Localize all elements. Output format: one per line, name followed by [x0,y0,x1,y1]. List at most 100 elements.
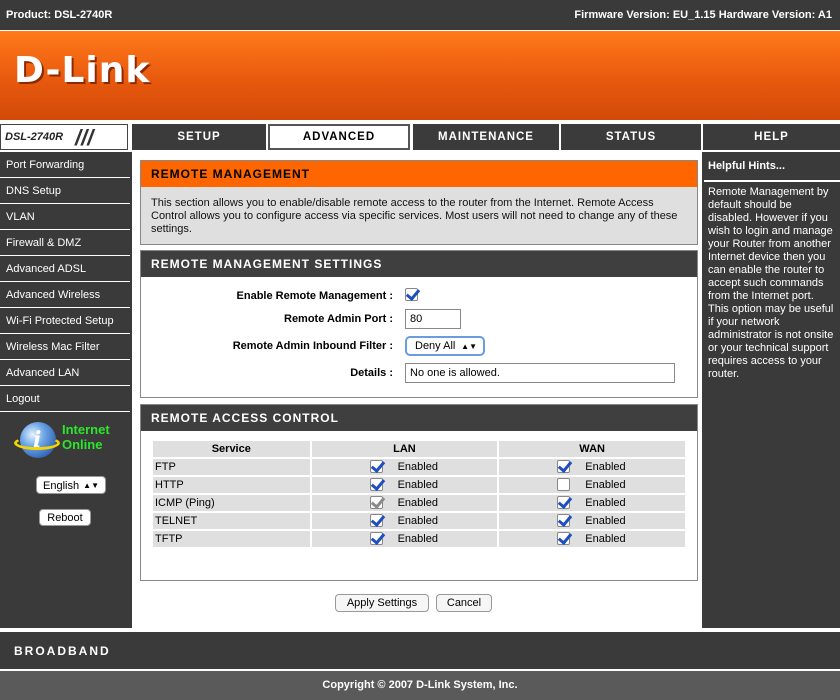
brand-banner: D-Link [0,30,840,122]
status-line-internet: Internet [62,422,110,437]
access-control-table: Service LAN WAN FTP Enabled Enabled HTTP Ena… [151,439,687,549]
globe-icon: i [14,422,60,458]
lan-enabled-label: Enabled [397,461,438,473]
copyright-bar: Copyright © 2007 D-Link System, Inc. [0,671,840,700]
inbound-filter-value: Deny All [415,340,456,352]
sidebar-item-port-forwarding[interactable]: Port Forwarding [0,152,130,178]
lan-enabled-label: Enabled [397,479,438,491]
top-bar: Product: DSL-2740R Firmware Version: EU_… [0,0,840,30]
hints-title: Helpful Hints... [708,160,785,172]
wan-column-header: WAN [499,441,685,457]
settings-title: REMOTE MANAGEMENT SETTINGS [141,251,697,277]
sidebar-item-logout[interactable]: Logout [0,386,130,412]
main-nav: DSL-2740R /// SETUP ADVANCED MAINTENANCE… [0,124,840,150]
wan-enabled-checkbox[interactable] [557,496,571,509]
tab-status[interactable]: STATUS [559,124,701,150]
sidebar-item-dns-setup[interactable]: DNS Setup [0,178,130,204]
internet-status: i Internet Online [14,422,120,462]
lan-enabled-checkbox [369,496,383,509]
tab-advanced[interactable]: ADVANCED [268,124,410,150]
updown-arrows-icon: ▲▼ [83,481,99,490]
wan-cell: Enabled [499,495,685,511]
service-name: TELNET [153,513,310,529]
lan-column-header: LAN [311,441,498,457]
remote-management-description: This section allows you to enable/disabl… [141,187,697,244]
wan-enabled-label: Enabled [585,479,626,491]
status-line-online: Online [62,437,103,452]
service-name: TFTP [153,531,310,547]
wan-enabled-checkbox[interactable] [557,514,571,527]
wan-enabled-checkbox[interactable] [557,532,571,545]
firmware-version: Firmware Version: EU_1.15 Hardware Versi… [574,9,832,21]
hints-text: Remote Management by default should be d… [708,186,834,380]
product-name: Product: DSL-2740R [6,9,113,21]
lan-cell: Enabled [311,495,498,511]
remote-access-control-section: REMOTE ACCESS CONTROL Service LAN WAN FT… [140,404,698,581]
enable-remote-management-label: Enable Remote Management : [236,290,393,302]
wan-cell: Enabled [499,477,685,493]
model-name: DSL-2740R [5,131,64,143]
sidebar-item-advanced-adsl[interactable]: Advanced ADSL [0,256,130,282]
remote-management-settings-section: REMOTE MANAGEMENT SETTINGS Enable Remote… [140,250,698,398]
language-select[interactable]: English ▲▼ [36,476,106,494]
wan-enabled-label: Enabled [585,461,626,473]
lan-cell: Enabled [311,459,498,475]
remote-admin-port-input[interactable]: 80 [405,309,461,329]
service-name: FTP [153,459,310,475]
wan-enabled-label: Enabled [585,497,626,509]
wan-cell: Enabled [499,459,685,475]
helpful-hints-panel: Helpful Hints... Remote Management by de… [704,152,840,628]
sidebar-item-wireless-mac-filter[interactable]: Wireless Mac Filter [0,334,130,360]
dlink-logo: D-Link [14,50,151,91]
table-row: FTP Enabled Enabled [153,459,685,475]
enable-remote-management-checkbox[interactable] [405,288,418,301]
wan-enabled-label: Enabled [585,515,626,527]
access-control-title: REMOTE ACCESS CONTROL [141,405,697,431]
lan-enabled-checkbox[interactable] [369,514,383,527]
table-row: TELNET Enabled Enabled [153,513,685,529]
lan-enabled-checkbox[interactable] [369,478,383,491]
sidebar-item-advanced-wireless[interactable]: Advanced Wireless [0,282,130,308]
lan-enabled-label: Enabled [397,533,438,545]
lan-enabled-checkbox[interactable] [369,460,383,473]
table-row: HTTP Enabled Enabled [153,477,685,493]
lan-enabled-label: Enabled [397,515,438,527]
details-field: No one is allowed. [405,363,675,383]
wan-enabled-label: Enabled [585,533,626,545]
lan-cell: Enabled [311,477,498,493]
apply-settings-button[interactable]: Apply Settings [335,594,429,612]
cancel-button[interactable]: Cancel [436,594,492,612]
updown-arrows-icon: ▲▼ [461,342,477,351]
lan-cell: Enabled [311,531,498,547]
inbound-filter-label: Remote Admin Inbound Filter : [232,340,393,352]
language-value: English [43,480,80,492]
model-badge: DSL-2740R /// [0,124,128,150]
table-row: TFTP Enabled Enabled [153,531,685,547]
service-column-header: Service [153,441,310,457]
service-name: ICMP (Ping) [153,495,310,511]
remote-management-title: REMOTE MANAGEMENT [141,161,697,187]
wan-cell: Enabled [499,531,685,547]
broadband-footer: BROADBAND [0,630,840,669]
sidebar-item-vlan[interactable]: VLAN [0,204,130,230]
service-name: HTTP [153,477,310,493]
wan-enabled-checkbox[interactable] [557,460,571,473]
wan-enabled-checkbox[interactable] [557,478,571,491]
lan-enabled-label: Enabled [397,497,438,509]
lan-cell: Enabled [311,513,498,529]
sidebar-item-wifi-protected-setup[interactable]: Wi-Fi Protected Setup [0,308,130,334]
reboot-button[interactable]: Reboot [39,509,91,526]
slashes-decoration: /// [75,125,94,150]
lan-enabled-checkbox[interactable] [369,532,383,545]
sidebar-item-firewall-dmz[interactable]: Firewall & DMZ [0,230,130,256]
inbound-filter-select[interactable]: Deny All ▲▼ [405,336,485,356]
remote-admin-port-label: Remote Admin Port : [284,313,393,325]
remote-management-section: REMOTE MANAGEMENT This section allows yo… [140,160,698,245]
sidebar-item-advanced-lan[interactable]: Advanced LAN [0,360,130,386]
tab-help[interactable]: HELP [701,124,840,150]
hints-divider [704,180,840,182]
tab-setup[interactable]: SETUP [130,124,266,150]
internet-status-text: Internet Online [62,422,110,452]
details-label: Details : [350,367,393,379]
tab-maintenance[interactable]: MAINTENANCE [411,124,559,150]
